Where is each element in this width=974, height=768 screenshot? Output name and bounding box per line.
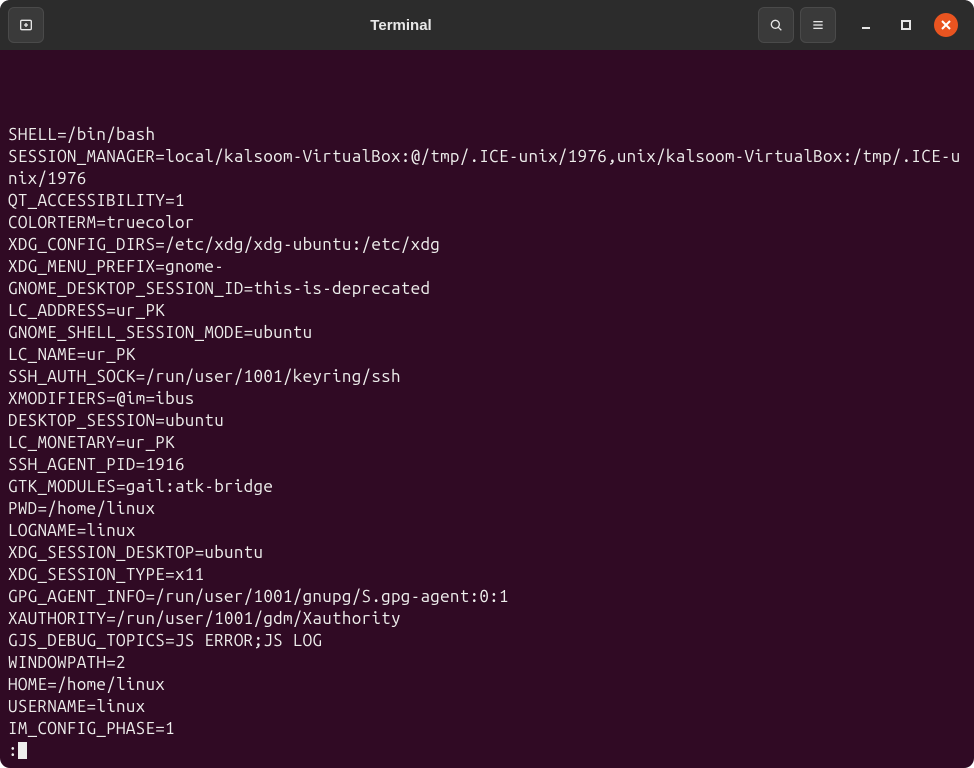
terminal-line: QT_ACCESSIBILITY=1 bbox=[8, 190, 966, 212]
minimize-button[interactable] bbox=[854, 13, 878, 37]
hamburger-icon bbox=[810, 17, 826, 33]
menu-button[interactable] bbox=[800, 7, 836, 43]
new-tab-icon bbox=[18, 17, 34, 33]
terminal-line: GJS_DEBUG_TOPICS=JS ERROR;JS LOG bbox=[8, 630, 966, 652]
terminal-line: PWD=/home/linux bbox=[8, 498, 966, 520]
titlebar: Terminal bbox=[0, 0, 974, 50]
terminal-line: SHELL=/bin/bash bbox=[8, 124, 966, 146]
terminal-line: XAUTHORITY=/run/user/1001/gdm/Xauthority bbox=[8, 608, 966, 630]
new-tab-button[interactable] bbox=[8, 7, 44, 43]
terminal-line: XDG_CONFIG_DIRS=/etc/xdg/xdg-ubuntu:/etc… bbox=[8, 234, 966, 256]
terminal-line: DESKTOP_SESSION=ubuntu bbox=[8, 410, 966, 432]
terminal-line: LOGNAME=linux bbox=[8, 520, 966, 542]
terminal-line: LC_ADDRESS=ur_PK bbox=[8, 300, 966, 322]
terminal-line: XDG_SESSION_DESKTOP=ubuntu bbox=[8, 542, 966, 564]
terminal-line: SSH_AUTH_SOCK=/run/user/1001/keyring/ssh bbox=[8, 366, 966, 388]
maximize-button[interactable] bbox=[894, 13, 918, 37]
terminal-line: WINDOWPATH=2 bbox=[8, 652, 966, 674]
terminal-line: SSH_AGENT_PID=1916 bbox=[8, 454, 966, 476]
terminal-line: GPG_AGENT_INFO=/run/user/1001/gnupg/S.gp… bbox=[8, 586, 966, 608]
cursor bbox=[18, 742, 27, 759]
terminal-output[interactable]: SHELL=/bin/bashSESSION_MANAGER=local/kal… bbox=[0, 50, 974, 768]
terminal-prompt-line: : bbox=[8, 740, 966, 762]
search-icon bbox=[768, 17, 784, 33]
search-button[interactable] bbox=[758, 7, 794, 43]
terminal-line: HOME=/home/linux bbox=[8, 674, 966, 696]
terminal-line: GNOME_DESKTOP_SESSION_ID=this-is-depreca… bbox=[8, 278, 966, 300]
minimize-icon bbox=[860, 19, 872, 31]
window-controls bbox=[842, 13, 966, 37]
maximize-icon bbox=[900, 19, 912, 31]
terminal-line: LC_NAME=ur_PK bbox=[8, 344, 966, 366]
terminal-line: XDG_SESSION_TYPE=x11 bbox=[8, 564, 966, 586]
terminal-line: LC_MONETARY=ur_PK bbox=[8, 432, 966, 454]
terminal-line: USERNAME=linux bbox=[8, 696, 966, 718]
window-title: Terminal bbox=[50, 17, 752, 34]
terminal-line: GTK_MODULES=gail:atk-bridge bbox=[8, 476, 966, 498]
terminal-window: Terminal bbox=[0, 0, 974, 768]
terminal-line: SESSION_MANAGER=local/kalsoom-VirtualBox… bbox=[8, 146, 966, 190]
terminal-line: GNOME_SHELL_SESSION_MODE=ubuntu bbox=[8, 322, 966, 344]
close-button[interactable] bbox=[934, 13, 958, 37]
close-icon bbox=[940, 19, 952, 31]
prompt-char: : bbox=[8, 741, 18, 760]
terminal-line: IM_CONFIG_PHASE=1 bbox=[8, 718, 966, 740]
terminal-line: XDG_MENU_PREFIX=gnome- bbox=[8, 256, 966, 278]
terminal-line: COLORTERM=truecolor bbox=[8, 212, 966, 234]
terminal-line: XMODIFIERS=@im=ibus bbox=[8, 388, 966, 410]
